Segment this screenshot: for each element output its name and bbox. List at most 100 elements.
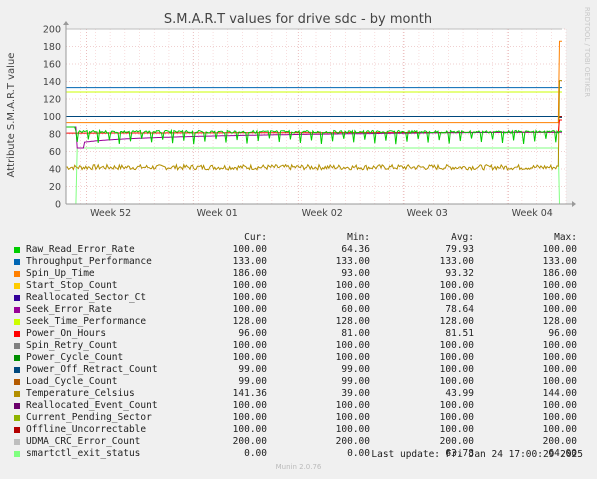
legend-row: Raw_Read_Error_Rate 100.00 64.36 79.93 100.0… bbox=[12, 244, 592, 256]
legend-value-avg: 100.00 bbox=[439, 292, 474, 303]
y-tick-label: 180 bbox=[43, 42, 61, 53]
legend-value-max: 100.00 bbox=[542, 304, 577, 315]
legend-swatch bbox=[14, 451, 20, 457]
legend-series-name: Load_Cycle_Count bbox=[26, 376, 118, 387]
legend-value-cur: 100.00 bbox=[232, 244, 267, 255]
legend-value-min: 0.00 bbox=[347, 448, 370, 459]
legend-value-avg: 100.00 bbox=[439, 412, 474, 423]
legend-value-avg: 78.64 bbox=[445, 304, 474, 315]
legend-series-name: Power_Off_Retract_Count bbox=[26, 364, 158, 375]
legend-swatch bbox=[14, 259, 20, 265]
legend-value-max: 133.00 bbox=[542, 256, 577, 267]
legend-row: Seek_Time_Performance 128.00 128.00 128.00 1… bbox=[12, 316, 592, 328]
legend-value-min: 133.00 bbox=[335, 256, 370, 267]
watermark: RRDTOOL / TOBI OETIKER bbox=[583, 7, 591, 97]
legend-value-min: 100.00 bbox=[335, 292, 370, 303]
legend-value-cur: 99.00 bbox=[238, 364, 267, 375]
legend-series-name: Current_Pending_Sector bbox=[26, 412, 152, 423]
legend-value-cur: 100.00 bbox=[232, 292, 267, 303]
legend-value-cur: 100.00 bbox=[232, 304, 267, 315]
y-tick-label: 200 bbox=[43, 25, 61, 36]
legend-value-min: 99.00 bbox=[341, 364, 370, 375]
legend-swatch bbox=[14, 343, 20, 349]
legend-value-min: 100.00 bbox=[335, 340, 370, 351]
x-tick-label: Week 03 bbox=[407, 208, 448, 219]
legend-value-avg: 133.00 bbox=[439, 256, 474, 267]
legend-swatch bbox=[14, 391, 20, 397]
legend-value-min: 64.36 bbox=[341, 244, 370, 255]
legend-value-min: 100.00 bbox=[335, 280, 370, 291]
legend-series-name: Offline_Uncorrectable bbox=[26, 424, 147, 435]
legend-col-min: Min: bbox=[347, 232, 370, 243]
legend-value-cur: 0.00 bbox=[244, 448, 267, 459]
legend-swatch bbox=[14, 439, 20, 445]
legend-value-min: 200.00 bbox=[335, 436, 370, 447]
legend-value-min: 81.00 bbox=[341, 328, 370, 339]
legend-value-min: 100.00 bbox=[335, 400, 370, 411]
y-tick-label: 60 bbox=[49, 147, 61, 158]
legend-col-max: Max: bbox=[554, 232, 577, 243]
x-tick-label: Week 01 bbox=[197, 208, 238, 219]
legend-swatch bbox=[14, 307, 20, 313]
y-tick-label: 160 bbox=[43, 60, 61, 71]
legend-value-max: 100.00 bbox=[542, 244, 577, 255]
legend-value-cur: 141.36 bbox=[232, 388, 267, 399]
chart: S.M.A.R.T values for drive sdc - by mont… bbox=[0, 0, 597, 232]
legend-value-max: 100.00 bbox=[542, 376, 577, 387]
legend-value-max: 186.00 bbox=[542, 268, 577, 279]
legend-swatch bbox=[14, 367, 20, 373]
legend-row: Load_Cycle_Count 99.00 99.00 100.00 100.00 bbox=[12, 376, 592, 388]
legend-row: Temperature_Celsius 141.36 39.00 43.99 144.0… bbox=[12, 388, 592, 400]
legend-value-max: 128.00 bbox=[542, 316, 577, 327]
legend-series-name: Spin_Retry_Count bbox=[26, 340, 118, 351]
legend-value-max: 100.00 bbox=[542, 424, 577, 435]
legend-value-max: 100.00 bbox=[542, 280, 577, 291]
legend-value-avg: 100.00 bbox=[439, 364, 474, 375]
legend-value-max: 200.00 bbox=[542, 436, 577, 447]
legend-swatch bbox=[14, 247, 20, 253]
y-tick-label: 80 bbox=[49, 130, 61, 141]
x-tick-label: Week 04 bbox=[512, 208, 553, 219]
legend-rows: Raw_Read_Error_Rate 100.00 64.36 79.93 100.0… bbox=[12, 244, 592, 460]
legend-series-name: Power_Cycle_Count bbox=[26, 352, 124, 363]
legend-series-name: Reallocated_Sector_Ct bbox=[26, 292, 147, 303]
legend-value-cur: 133.00 bbox=[232, 256, 267, 267]
legend-value-min: 99.00 bbox=[341, 376, 370, 387]
legend-swatch bbox=[14, 415, 20, 421]
legend-value-avg: 100.00 bbox=[439, 424, 474, 435]
legend-value-avg: 128.00 bbox=[439, 316, 474, 327]
legend-value-avg: 100.00 bbox=[439, 340, 474, 351]
legend-value-avg: 100.00 bbox=[439, 280, 474, 291]
legend-row: Spin_Up_Time 186.00 93.00 93.32 186.00 bbox=[12, 268, 592, 280]
chart-title: S.M.A.R.T values for drive sdc - by mont… bbox=[164, 12, 432, 27]
legend-series-name: Raw_Read_Error_Rate bbox=[26, 244, 135, 255]
legend-value-min: 128.00 bbox=[335, 316, 370, 327]
legend-row: Reallocated_Sector_Ct 100.00 100.00 100.00 1… bbox=[12, 292, 592, 304]
legend-swatch bbox=[14, 355, 20, 361]
y-tick-label: 0 bbox=[55, 200, 61, 211]
legend-value-cur: 200.00 bbox=[232, 436, 267, 447]
legend-row: Throughput_Performance 133.00 133.00 133.00… bbox=[12, 256, 592, 268]
legend-value-max: 100.00 bbox=[542, 352, 577, 363]
legend-row: UDMA_CRC_Error_Count 200.00 200.00 200.00 20… bbox=[12, 436, 592, 448]
legend-value-cur: 100.00 bbox=[232, 412, 267, 423]
legend-value-max: 100.00 bbox=[542, 400, 577, 411]
legend-value-cur: 100.00 bbox=[232, 424, 267, 435]
legend-series-name: Temperature_Celsius bbox=[26, 388, 135, 399]
legend-series-name: Seek_Time_Performance bbox=[26, 316, 147, 327]
legend-value-cur: 186.00 bbox=[232, 268, 267, 279]
legend-value-avg: 93.32 bbox=[445, 268, 474, 279]
legend-value-cur: 128.00 bbox=[232, 316, 267, 327]
x-tick-label: Week 02 bbox=[302, 208, 343, 219]
legend-series-name: Seek_Error_Rate bbox=[26, 304, 112, 315]
legend-row: Current_Pending_Sector 100.00 100.00 100.00… bbox=[12, 412, 592, 424]
legend-value-max: 100.00 bbox=[542, 412, 577, 423]
legend-value-max: 96.00 bbox=[548, 328, 577, 339]
legend-value-cur: 99.00 bbox=[238, 376, 267, 387]
legend-series-name: Power_On_Hours bbox=[26, 328, 107, 339]
legend-row: Reallocated_Event_Count 100.00 100.00 100.0… bbox=[12, 400, 592, 412]
footer: Munin 2.0.76 bbox=[275, 463, 322, 471]
legend-value-min: 60.00 bbox=[341, 304, 370, 315]
legend-row: Start_Stop_Count 100.00 100.00 100.00 100.00 bbox=[12, 280, 592, 292]
legend-row: Offline_Uncorrectable 100.00 100.00 100.00 1… bbox=[12, 424, 592, 436]
